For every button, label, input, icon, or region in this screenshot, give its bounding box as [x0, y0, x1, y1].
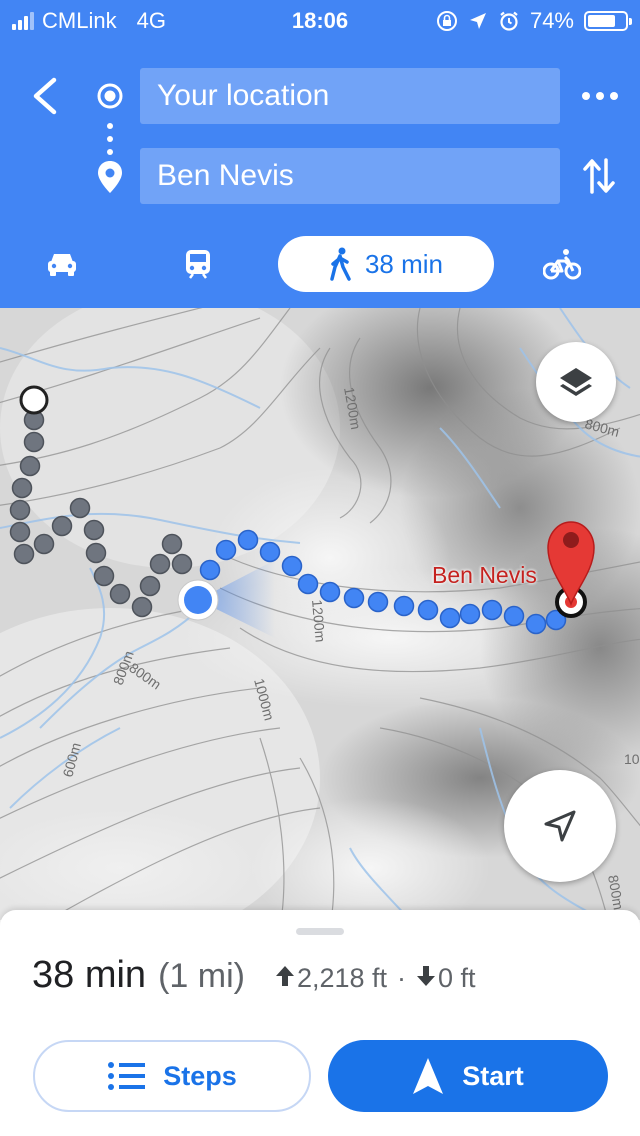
navigation-arrow-icon: [544, 810, 576, 842]
list-icon: [108, 1062, 146, 1090]
drag-handle[interactable]: [296, 928, 344, 935]
directions-header: Your location Ben Nevis 38 min: [0, 40, 640, 308]
tab-walk[interactable]: 38 min: [278, 236, 494, 292]
train-icon: [186, 250, 210, 279]
elevation-ascent: 2,218 ft: [296, 963, 388, 993]
elevation-summary: 2,218 ft · 0 ft: [275, 963, 476, 994]
bicycle-icon: [543, 249, 581, 280]
start-button[interactable]: Start: [328, 1040, 608, 1112]
contour-label: 100: [624, 751, 640, 767]
start-label: Start: [462, 1060, 524, 1091]
tab-drive[interactable]: [30, 236, 94, 292]
arrow-up-icon: [275, 966, 294, 986]
arrow-down-icon: [417, 966, 436, 986]
navigation-arrow-icon: [413, 1058, 444, 1094]
more-options-button[interactable]: [582, 88, 618, 104]
car-icon: [48, 254, 76, 276]
battery-icon: [584, 11, 632, 31]
elevation-descent: 0 ft: [438, 963, 476, 993]
tab-transit[interactable]: [166, 236, 230, 292]
recenter-button[interactable]: [504, 770, 616, 882]
layers-icon: [560, 368, 592, 396]
route-start-marker: [19, 385, 49, 415]
route-summary: 38 min (1 mi) 2,218 ft · 0 ft: [32, 954, 476, 997]
walk-duration-label: 38 min: [364, 248, 444, 279]
status-bar: CMLink 4G 18:06 74%: [0, 0, 640, 40]
alarm-icon: [500, 11, 518, 31]
route-connector-dots: [107, 123, 113, 155]
chevron-left-icon: [33, 77, 57, 115]
destination-map-label[interactable]: Ben Nevis: [432, 562, 537, 589]
map-pin-icon: [98, 161, 122, 193]
travel-mode-tabs: 38 min: [0, 236, 640, 292]
route-summary-sheet: 38 min (1 mi) 2,218 ft · 0 ft Steps Star…: [0, 910, 640, 1136]
orientation-lock-icon: [436, 11, 457, 31]
swap-vertical-icon: [583, 158, 615, 194]
destination-input[interactable]: Ben Nevis: [140, 148, 560, 204]
route-duration: 38 min: [32, 954, 147, 996]
current-location-dot: [177, 579, 219, 621]
origin-input[interactable]: Your location: [140, 68, 560, 124]
battery-percent: 74%: [529, 8, 574, 33]
more-dots-icon: [582, 92, 590, 100]
walk-icon: [330, 247, 351, 281]
back-button[interactable]: [26, 74, 66, 118]
steps-button[interactable]: Steps: [33, 1040, 311, 1112]
location-arrow-icon: [469, 13, 486, 29]
map-view[interactable]: 800m 1200m 800m 1200m 800m 1000m 600m 80…: [0, 308, 640, 920]
origin-dot-icon: [97, 83, 123, 109]
tab-cycle[interactable]: [530, 236, 594, 292]
layers-button[interactable]: [536, 342, 616, 422]
steps-label: Steps: [163, 1060, 237, 1091]
swap-button[interactable]: [582, 156, 616, 196]
route-distance: (1 mi): [158, 957, 245, 995]
separator-dot: ·: [397, 963, 407, 993]
